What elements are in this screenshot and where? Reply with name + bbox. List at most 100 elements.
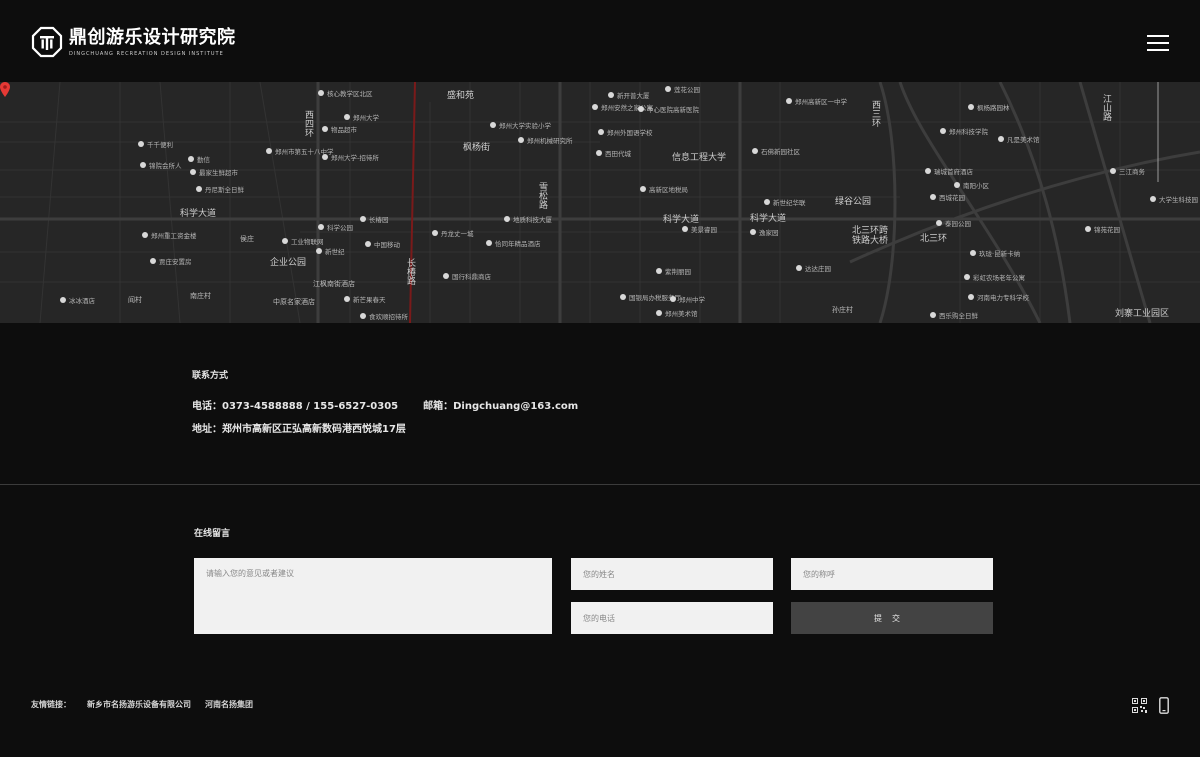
map-poi[interactable]: 郑州中学 <box>670 294 705 304</box>
poi-label: 丹龙丈一城 <box>441 230 474 238</box>
map-road-label: 西四环 <box>303 110 313 137</box>
poi-marker-icon <box>968 104 974 110</box>
map-poi[interactable]: 泰园公园 <box>936 218 971 228</box>
poi-label: 地质科技大厦 <box>513 216 552 224</box>
map-poi[interactable]: 河南电力专科学校 <box>968 292 1029 302</box>
poi-label: 贾庄安置房 <box>159 258 192 266</box>
map-poi[interactable]: 恰同年精品酒店 <box>486 238 541 248</box>
map-label: 科学大道 <box>180 209 217 219</box>
friend-link-2[interactable]: 河南名扬集团 <box>205 699 253 710</box>
phone-input[interactable] <box>571 602 773 634</box>
salutation-input[interactable] <box>791 558 993 590</box>
map-poi[interactable]: 枫杨路园林 <box>968 102 1010 112</box>
friend-link-1[interactable]: 新乡市名扬游乐设备有限公司 <box>87 699 191 710</box>
location-map[interactable]: 盛和苑 枫杨街 信息工程大学 科学大道 科学大道 科学大道 绿谷公园 北三环跨 铁路大桥 北三环企… <box>0 82 1200 323</box>
map-poi[interactable]: 郑州大学 <box>344 112 379 122</box>
map-poi[interactable]: 中心医院高新医院 <box>638 104 699 114</box>
qr-code-icon[interactable] <box>1132 698 1147 713</box>
map-poi[interactable]: 新开普大厦 <box>608 90 650 100</box>
map-poi[interactable]: 郑州外国语学校 <box>598 127 653 137</box>
map-road-label: 长椿路 <box>405 258 415 285</box>
poi-marker-icon <box>318 90 324 96</box>
map-poi[interactable]: 大学生科技园 <box>1150 194 1198 204</box>
brand-logo[interactable]: 鼎创游乐设计研究院 DINGCHUANG RECREATION DESIGN I… <box>31 26 236 58</box>
map-poi[interactable]: 郑州大学-招待所 <box>322 152 379 162</box>
map-poi[interactable]: 瑞城首府酒店 <box>925 166 973 176</box>
map-pin-icon[interactable] <box>0 82 10 97</box>
menu-button[interactable] <box>1147 35 1169 51</box>
map-poi[interactable]: 郑州大学实验小学 <box>490 120 551 130</box>
map-poi[interactable]: 紫荆丽园 <box>656 266 691 276</box>
map-poi[interactable]: 千千便利 <box>138 139 173 149</box>
map-poi[interactable]: 勤信 <box>188 154 210 164</box>
poi-marker-icon <box>620 294 626 300</box>
map-label: 侯庄 <box>240 235 254 243</box>
poi-marker-icon <box>518 137 524 143</box>
map-poi[interactable]: 核心教学区北区 <box>318 88 373 98</box>
message-textarea[interactable] <box>194 558 552 634</box>
mobile-phone-icon[interactable] <box>1159 697 1169 714</box>
poi-label: 三江商务 <box>1119 168 1145 176</box>
map-poi[interactable]: 郑州重工资金楼 <box>142 230 197 240</box>
map-poi[interactable]: 美景睿园 <box>682 224 717 234</box>
map-poi[interactable]: 丹尼斯全日鲜 <box>196 184 244 194</box>
map-label: 枫杨街 <box>463 143 491 153</box>
poi-marker-icon <box>682 226 688 232</box>
poi-label: 锦苑花园 <box>1094 226 1120 234</box>
submit-button[interactable]: 提交 <box>791 602 993 634</box>
map-poi[interactable]: 莲花公园 <box>665 84 700 94</box>
map-poi[interactable]: 石佛新园社区 <box>752 146 800 156</box>
map-poi[interactable]: 中国移动 <box>365 239 400 249</box>
map-poi[interactable]: 西乐购全日鲜 <box>930 310 978 320</box>
map-poi[interactable]: 最家生鲜超市 <box>190 167 238 177</box>
map-poi[interactable]: 丹龙丈一城 <box>432 228 474 238</box>
map-poi[interactable]: 物品超市 <box>322 124 357 134</box>
poi-marker-icon <box>592 104 598 110</box>
map-poi[interactable]: 凡是美术馆 <box>998 134 1040 144</box>
map-label: 中原名家酒店 <box>273 298 315 306</box>
map-road-label: 西三环 <box>870 100 880 127</box>
map-poi[interactable]: 三江商务 <box>1110 166 1145 176</box>
map-poi[interactable]: 西城花园 <box>930 192 965 202</box>
map-poi[interactable]: 贾庄安置房 <box>150 256 192 266</box>
map-poi[interactable]: 国行科鼎商店 <box>443 271 491 281</box>
map-poi[interactable]: 西田代城 <box>596 148 631 158</box>
name-input[interactable] <box>571 558 773 590</box>
poi-label: 锦院会所人 <box>149 162 182 170</box>
map-label: 信息工程大学 <box>672 153 727 163</box>
map-poi[interactable]: 锦苑花园 <box>1085 224 1120 234</box>
map-poi[interactable]: 锦院会所人 <box>140 160 182 170</box>
map-poi[interactable]: 工业物联网 <box>282 236 324 246</box>
map-poi[interactable]: 地质科技大厦 <box>504 214 552 224</box>
poi-marker-icon <box>138 141 144 147</box>
map-poi[interactable]: 高新区地税局 <box>640 184 688 194</box>
map-poi[interactable]: 南阳小区 <box>954 180 989 190</box>
poi-marker-icon <box>196 186 202 192</box>
map-poi[interactable]: 逸家园 <box>750 227 779 237</box>
poi-marker-icon <box>596 150 602 156</box>
map-poi[interactable]: 玖珑·昆新卡纳 <box>970 248 1020 258</box>
poi-label: 石佛新园社区 <box>761 148 800 156</box>
map-poi[interactable]: 达达庄园 <box>796 263 831 273</box>
map-poi[interactable]: 冰冰酒店 <box>60 295 95 305</box>
map-poi[interactable]: 郑州机械研究所 <box>518 135 573 145</box>
map-poi[interactable]: 郑州美术馆 <box>656 308 698 318</box>
map-poi[interactable]: 郑州高新区一中学 <box>786 96 847 106</box>
map-poi[interactable]: 科学公园 <box>318 222 353 232</box>
map-poi[interactable]: 食欢顺招待所 <box>360 311 408 321</box>
map-poi[interactable]: 新世纪 <box>316 246 345 256</box>
map-poi[interactable]: 长椿园 <box>360 214 389 224</box>
poi-marker-icon <box>925 168 931 174</box>
brand-name-en: DINGCHUANG RECREATION DESIGN INSTITUTE <box>69 50 224 57</box>
poi-label: 郑州科技学院 <box>949 128 988 136</box>
contact-address-line: 地址：郑州市高新区正弘高新数码港西悦城17层 <box>192 424 406 435</box>
poi-label: 新开普大厦 <box>617 92 650 100</box>
poi-label: 郑州外国语学校 <box>607 129 653 137</box>
poi-marker-icon <box>998 136 1004 142</box>
poi-marker-icon <box>150 258 156 264</box>
map-poi[interactable]: 新世纪华联 <box>764 197 806 207</box>
map-poi[interactable]: 新芒果春天 <box>344 294 386 304</box>
map-poi[interactable]: 郑州科技学院 <box>940 126 988 136</box>
poi-marker-icon <box>142 232 148 238</box>
map-poi[interactable]: 彩虹农场老年公寓 <box>964 272 1025 282</box>
